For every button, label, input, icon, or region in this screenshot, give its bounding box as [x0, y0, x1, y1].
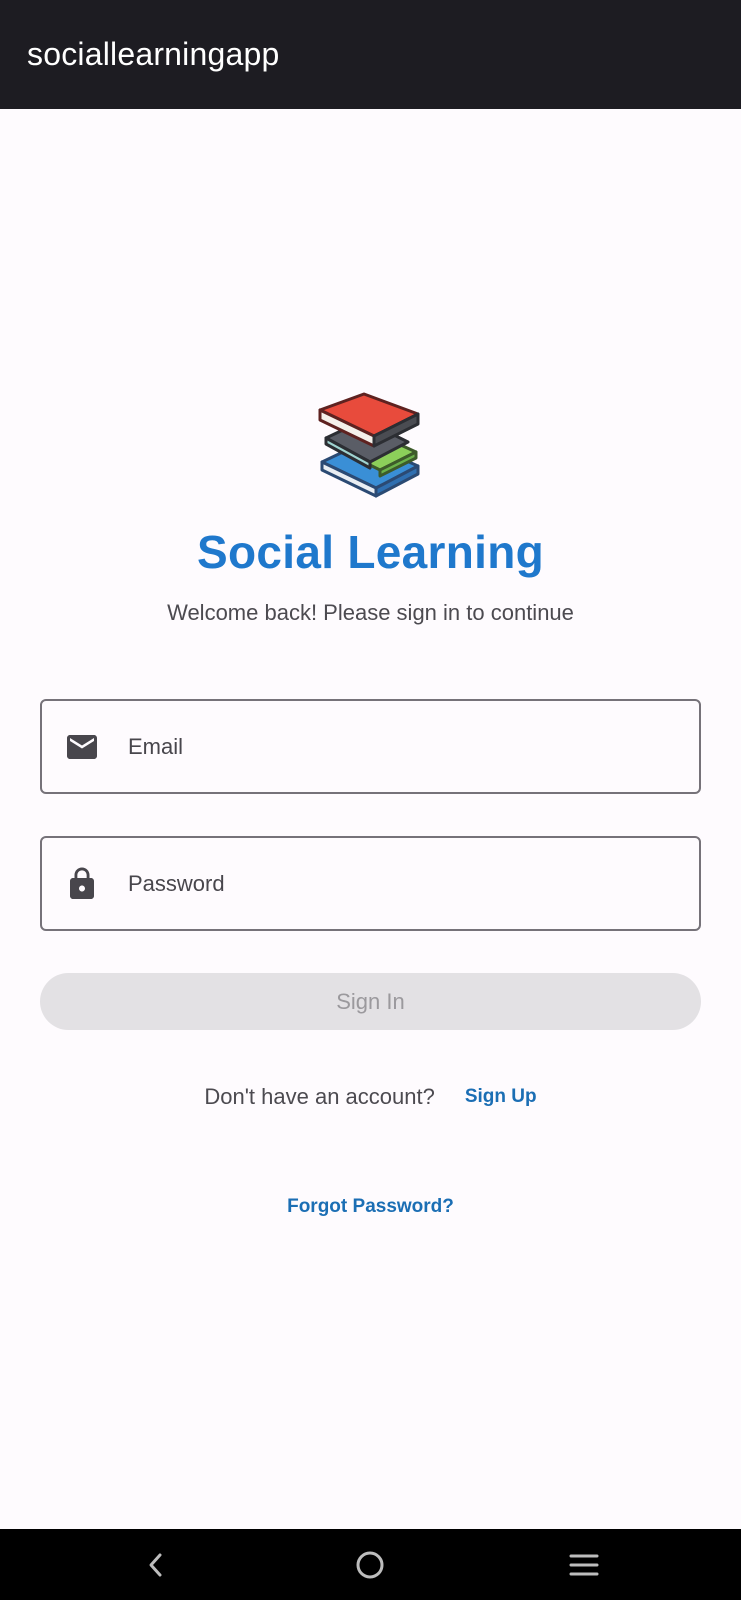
- email-input[interactable]: [128, 716, 699, 777]
- home-icon[interactable]: [330, 1529, 410, 1600]
- app-bar: sociallearningapp: [0, 0, 741, 109]
- back-icon[interactable]: [116, 1529, 196, 1600]
- page-subtitle: Welcome back! Please sign in to continue: [167, 600, 574, 625]
- sign-in-button[interactable]: Sign In: [40, 973, 701, 1030]
- sign-up-link[interactable]: Sign Up: [465, 1086, 537, 1108]
- email-field[interactable]: [40, 699, 701, 794]
- lock-icon: [64, 866, 100, 902]
- app-title: sociallearningapp: [27, 36, 280, 72]
- system-nav-bar: [0, 1529, 741, 1600]
- forgot-password-link[interactable]: Forgot Password?: [0, 1196, 741, 1218]
- password-field[interactable]: [40, 836, 701, 931]
- page-title: Social Learning: [196, 526, 545, 578]
- books-icon: [318, 392, 422, 500]
- password-input[interactable]: [128, 853, 699, 914]
- signup-prompt: Don't have an account?: [204, 1084, 435, 1109]
- signup-row: Don't have an account? Sign Up: [0, 1084, 741, 1110]
- menu-icon[interactable]: [544, 1529, 624, 1600]
- mail-icon: [64, 729, 100, 765]
